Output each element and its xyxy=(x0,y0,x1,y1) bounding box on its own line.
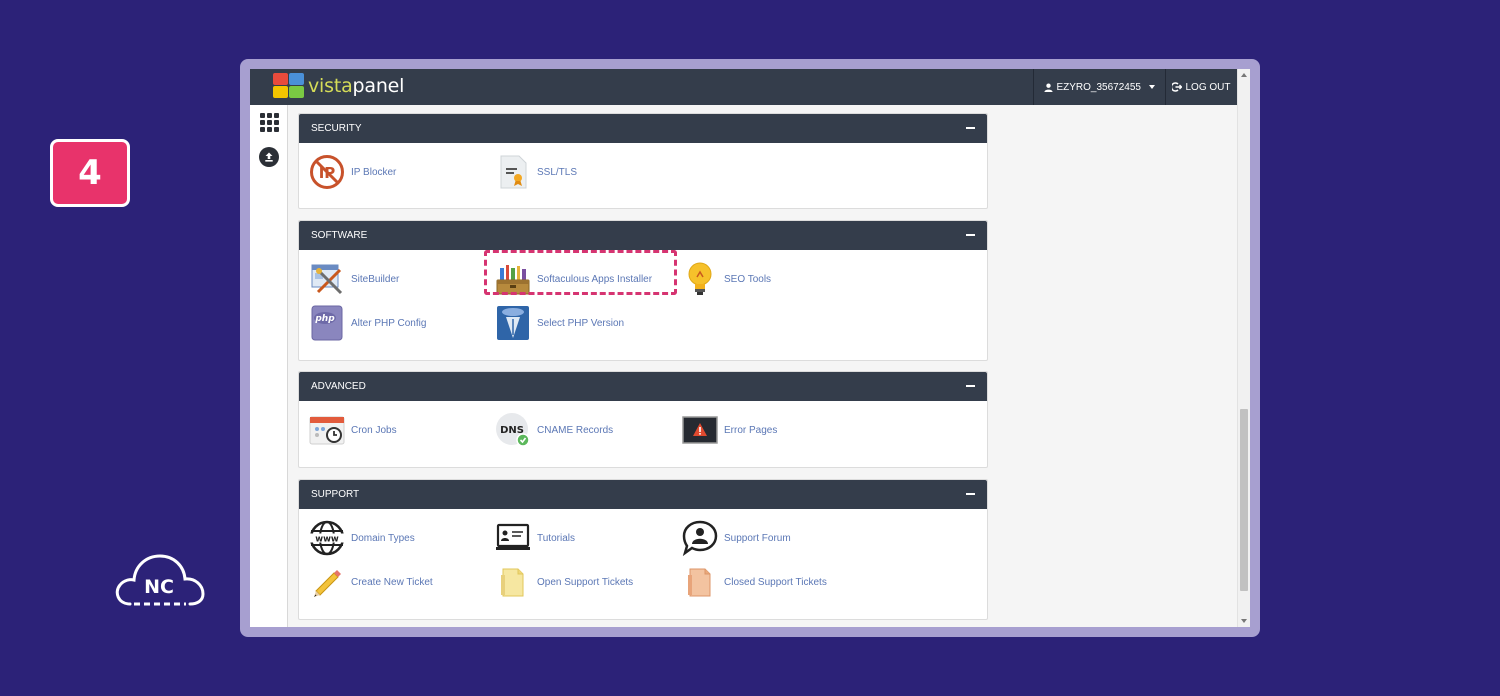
create-new-ticket-link[interactable]: Create New Ticket xyxy=(309,563,433,601)
scrollbar-thumb[interactable] xyxy=(1240,409,1248,591)
apps-grid-button[interactable] xyxy=(258,111,280,133)
item-label: Domain Types xyxy=(351,532,415,544)
ip-blocker-icon: IP xyxy=(309,154,345,190)
scroll-down-icon[interactable] xyxy=(1241,619,1247,623)
lightbulb-icon xyxy=(682,261,718,297)
open-folder-icon xyxy=(495,564,531,600)
certificate-icon xyxy=(495,154,531,190)
cname-records-link[interactable]: DNS CNAME Records xyxy=(495,411,613,449)
left-sidebar xyxy=(250,105,288,627)
sitebuilder-icon xyxy=(309,261,345,297)
collapse-icon[interactable] xyxy=(966,127,975,129)
closed-support-tickets-link[interactable]: Closed Support Tickets xyxy=(682,563,827,601)
item-label: SiteBuilder xyxy=(351,273,400,285)
error-pages-link[interactable]: Error Pages xyxy=(682,411,777,449)
section-title: SOFTWARE xyxy=(311,230,368,241)
upload-icon xyxy=(259,147,279,167)
alter-php-config-link[interactable]: php Alter PHP Config xyxy=(309,304,426,342)
step-number-badge: 4 xyxy=(50,139,130,207)
ip-blocker-link[interactable]: IP IP Blocker xyxy=(309,153,396,191)
item-label: Support Forum xyxy=(724,532,791,544)
collapse-icon[interactable] xyxy=(966,493,975,495)
user-account-dropdown[interactable]: EZYRO_35672455 xyxy=(1033,69,1165,105)
item-label: Cron Jobs xyxy=(351,424,397,436)
upload-button[interactable] xyxy=(258,146,280,168)
www-globe-icon: www xyxy=(309,520,345,556)
logo-squares-icon xyxy=(273,73,304,98)
tutorial-monitor-icon xyxy=(495,520,531,556)
section-header-support[interactable]: SUPPORT xyxy=(299,480,987,509)
pencil-icon xyxy=(309,564,345,600)
item-label: IP Blocker xyxy=(351,166,397,178)
vistapanel-logo[interactable]: vistapanel xyxy=(273,73,404,98)
brand-vista-text: vista xyxy=(308,74,353,97)
main-content: SECURITY IP IP Blocker SSL/TLS xyxy=(288,105,1237,627)
softaculous-highlight-box xyxy=(484,250,677,295)
support-forum-link[interactable]: Support Forum xyxy=(682,519,791,557)
collapse-icon[interactable] xyxy=(966,234,975,236)
security-panel: SECURITY IP IP Blocker SSL/TLS xyxy=(298,113,988,209)
tutorials-link[interactable]: Tutorials xyxy=(495,519,575,557)
svg-text:php: php xyxy=(314,314,335,324)
user-icon xyxy=(1044,83,1054,92)
php-version-icon xyxy=(495,305,531,341)
item-label: SEO Tools xyxy=(724,273,772,285)
logout-button[interactable]: LOG OUT xyxy=(1165,69,1237,105)
item-label: SSL/TLS xyxy=(537,166,578,178)
sitebuilder-link[interactable]: SiteBuilder xyxy=(309,260,399,298)
closed-folder-icon xyxy=(682,564,718,600)
nc-cloud-logo-icon: NC xyxy=(115,554,205,606)
section-header-security[interactable]: SECURITY xyxy=(299,114,987,143)
ssl-tls-link[interactable]: SSL/TLS xyxy=(495,153,577,191)
vertical-scrollbar[interactable] xyxy=(1237,69,1250,627)
top-navbar: vistapanel EZYRO_35672455 LOG OUT xyxy=(250,69,1237,105)
advanced-panel: ADVANCED Cron Jobs DNS CNAME Records Err… xyxy=(298,371,988,468)
username-label: EZYRO_35672455 xyxy=(1056,81,1141,93)
vistapanel-window: vistapanel EZYRO_35672455 LOG OUT SECURI… xyxy=(250,69,1250,627)
scroll-up-icon[interactable] xyxy=(1241,73,1247,77)
section-title: ADVANCED xyxy=(311,381,366,392)
select-php-version-link[interactable]: Select PHP Version xyxy=(495,304,624,342)
item-label: Open Support Tickets xyxy=(537,576,634,588)
cron-jobs-link[interactable]: Cron Jobs xyxy=(309,411,397,449)
calendar-clock-icon xyxy=(309,412,345,448)
error-page-icon xyxy=(682,412,718,448)
open-support-tickets-link[interactable]: Open Support Tickets xyxy=(495,563,633,601)
support-panel: SUPPORT www Domain Types Tutorials Suppo… xyxy=(298,479,988,620)
section-header-software[interactable]: SOFTWARE xyxy=(299,221,987,250)
brand-panel-text: panel xyxy=(352,74,405,97)
browser-frame: vistapanel EZYRO_35672455 LOG OUT SECURI… xyxy=(240,59,1260,637)
section-title: SUPPORT xyxy=(311,489,360,500)
section-header-advanced[interactable]: ADVANCED xyxy=(299,372,987,401)
domain-types-link[interactable]: www Domain Types xyxy=(309,519,415,557)
item-label: CNAME Records xyxy=(537,424,614,436)
logout-label: LOG OUT xyxy=(1185,81,1231,93)
seo-tools-link[interactable]: SEO Tools xyxy=(682,260,771,298)
section-title: SECURITY xyxy=(311,123,362,134)
item-label: Create New Ticket xyxy=(351,576,433,588)
collapse-icon[interactable] xyxy=(966,385,975,387)
svg-text:www: www xyxy=(315,535,339,545)
logout-icon xyxy=(1172,82,1183,92)
dns-icon: DNS xyxy=(495,412,531,448)
item-label: Error Pages xyxy=(724,424,778,436)
item-label: Alter PHP Config xyxy=(351,317,427,329)
item-label: Closed Support Tickets xyxy=(724,576,827,588)
php-config-icon: php xyxy=(309,305,345,341)
chevron-down-icon xyxy=(1149,85,1155,89)
nc-logo-text: NC xyxy=(144,576,174,598)
forum-chat-icon xyxy=(682,520,718,556)
item-label: Select PHP Version xyxy=(537,317,625,329)
grid-icon xyxy=(259,112,279,132)
item-label: Tutorials xyxy=(537,532,575,544)
